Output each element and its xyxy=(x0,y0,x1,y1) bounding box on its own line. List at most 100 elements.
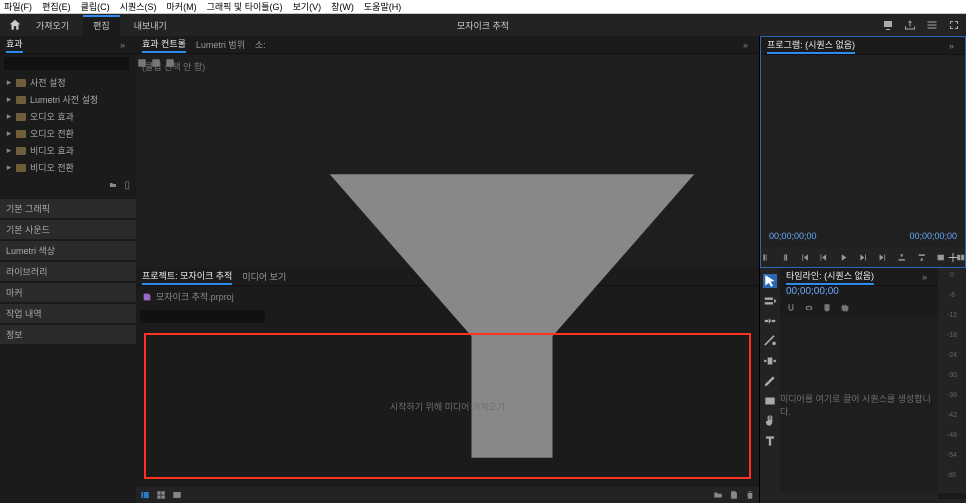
play-icon[interactable] xyxy=(839,252,848,263)
hand-tool-icon[interactable] xyxy=(763,414,777,428)
timeline-panel: 타임라인: (시퀀스 없음) » 00;00;00;00 미디어를 여기로 끌어… xyxy=(760,268,966,503)
timecode-in[interactable]: 00;00;00;00 xyxy=(769,231,817,241)
type-tool-icon[interactable] xyxy=(763,434,777,448)
panel-menu-icon[interactable]: » xyxy=(120,40,130,50)
folder-label: 비디오 효과 xyxy=(30,144,74,157)
workspace-export[interactable]: 내보내기 xyxy=(124,15,177,36)
menu-clip[interactable]: 클립(C) xyxy=(81,0,110,13)
step-fwd-icon[interactable] xyxy=(858,252,867,263)
freeform-view-icon[interactable] xyxy=(172,490,182,500)
razor-tool-icon[interactable] xyxy=(763,334,777,348)
list-view-icon[interactable] xyxy=(140,490,150,500)
panel-menu-icon[interactable]: » xyxy=(949,41,959,51)
folder-label: 오디오 효과 xyxy=(30,110,74,123)
dropzone-text: 시작하기 위해 미디어 가져오기 xyxy=(390,400,505,413)
section-essential-sound[interactable]: 기본 사운드 xyxy=(0,219,136,239)
tab-timeline[interactable]: 타임라인: (시퀀스 없음) xyxy=(786,269,874,285)
mark-in-icon[interactable] xyxy=(761,252,770,263)
workspace-import[interactable]: 가져오기 xyxy=(26,15,79,36)
section-essential-graphics[interactable]: 기본 그래픽 xyxy=(0,198,136,218)
ripple-tool-icon[interactable] xyxy=(763,314,777,328)
tab-effect-controls[interactable]: 효과 컨트롤 xyxy=(142,37,186,53)
menu-marker[interactable]: 마커(M) xyxy=(167,0,197,13)
effects-tree: ▸사전 설정 ▸Lumetri 사전 설정 ▸오디오 효과 ▸오디오 전환 ▸비… xyxy=(0,72,136,178)
timeline-dropzone[interactable]: 미디어를 여기로 끌어 시퀀스를 생성합니다. xyxy=(780,316,938,493)
folder-video-effects[interactable]: ▸비디오 효과 xyxy=(4,142,132,159)
yuv-icon[interactable] xyxy=(165,58,175,68)
trash-icon[interactable] xyxy=(745,490,755,500)
delete-icon[interactable]: ▯ xyxy=(124,180,130,191)
extract-icon[interactable] xyxy=(917,252,926,263)
meter-tick: -36 xyxy=(947,392,957,399)
workspace-edit[interactable]: 편집 xyxy=(83,15,120,36)
button-editor-icon[interactable]: ＋ xyxy=(947,249,959,266)
meter-tick: -30 xyxy=(947,372,957,379)
go-to-out-icon[interactable] xyxy=(878,252,887,263)
section-markers[interactable]: 마커 xyxy=(0,282,136,302)
folder-lumetri-presets[interactable]: ▸Lumetri 사전 설정 xyxy=(4,91,132,108)
section-history[interactable]: 작업 내역 xyxy=(0,303,136,323)
folder-audio-trans[interactable]: ▸오디오 전환 xyxy=(4,125,132,142)
folder-video-trans[interactable]: ▸비디오 전환 xyxy=(4,159,132,176)
timeline-drop-text: 미디어를 여기로 끌어 시퀀스를 생성합니다. xyxy=(780,392,938,418)
panel-menu-icon[interactable]: » xyxy=(922,272,932,282)
settings-icon[interactable] xyxy=(840,303,850,313)
marker-add-icon[interactable] xyxy=(822,303,832,313)
menu-view[interactable]: 보기(V) xyxy=(293,0,322,13)
meter-solo-bar[interactable] xyxy=(938,493,966,499)
folder-label: 사전 설정 xyxy=(30,76,66,89)
go-to-in-icon[interactable] xyxy=(800,252,809,263)
section-info[interactable]: 정보 xyxy=(0,324,136,344)
tab-effects[interactable]: 효과 xyxy=(6,37,23,53)
section-libraries[interactable]: 라이브러리 xyxy=(0,261,136,281)
workspace-menu-icon[interactable] xyxy=(926,19,938,31)
folder-audio-effects[interactable]: ▸오디오 효과 xyxy=(4,108,132,125)
selection-tool-icon[interactable] xyxy=(763,274,777,288)
menu-help[interactable]: 도움말(H) xyxy=(364,0,401,13)
share-icon[interactable] xyxy=(904,19,916,31)
lift-icon[interactable] xyxy=(897,252,906,263)
maximize-icon[interactable] xyxy=(948,19,960,31)
linked-selection-icon[interactable] xyxy=(804,303,814,313)
menu-edit[interactable]: 편집(E) xyxy=(42,0,71,13)
pen-tool-icon[interactable] xyxy=(763,374,777,388)
snap-icon[interactable] xyxy=(786,303,796,313)
tool-palette xyxy=(760,268,780,503)
panel-menu-icon[interactable]: » xyxy=(743,40,753,50)
program-viewer[interactable]: 00;00;00;00 00;00;00;00 xyxy=(761,55,965,247)
rectangle-tool-icon[interactable] xyxy=(763,394,777,408)
tab-project[interactable]: 프로젝트: 모자이크 추적 xyxy=(142,269,232,285)
effects-search-input[interactable] xyxy=(4,57,129,70)
new-item-icon[interactable] xyxy=(729,490,739,500)
meter-tick: -48 xyxy=(947,432,957,439)
meter-tick: 0 xyxy=(950,272,954,279)
tab-program[interactable]: 프로그램: (시퀀스 없음) xyxy=(767,38,855,54)
accelerated-icon[interactable] xyxy=(137,58,147,68)
timeline-scrollbar[interactable] xyxy=(780,493,938,503)
menu-window[interactable]: 창(W) xyxy=(331,0,354,13)
section-lumetri-color[interactable]: Lumetri 색상 xyxy=(0,240,136,260)
project-search-input[interactable] xyxy=(140,310,265,323)
tab-program-seq: (시퀀스 없음) xyxy=(805,40,855,50)
32bit-icon[interactable] xyxy=(151,58,161,68)
timecode-out[interactable]: 00;00;00;00 xyxy=(909,231,957,241)
slip-tool-icon[interactable] xyxy=(763,354,777,368)
tab-lumetri-scopes[interactable]: Lumetri 범위 xyxy=(196,38,245,51)
os-menubar: 파일(F) 편집(E) 클립(C) 시퀀스(S) 마커(M) 그래픽 및 타이틀… xyxy=(0,0,966,14)
tab-project-prefix: 프로젝트: xyxy=(142,271,178,281)
export-frame-icon[interactable] xyxy=(936,252,945,263)
quick-export-icon[interactable] xyxy=(882,19,894,31)
home-icon[interactable] xyxy=(8,18,22,32)
new-bin-icon[interactable] xyxy=(108,181,118,189)
folder-presets[interactable]: ▸사전 설정 xyxy=(4,74,132,91)
menu-seq[interactable]: 시퀀스(S) xyxy=(120,0,157,13)
step-back-icon[interactable] xyxy=(819,252,828,263)
new-bin-icon[interactable] xyxy=(713,490,723,500)
menu-file[interactable]: 파일(F) xyxy=(4,0,32,13)
timeline-timecode[interactable]: 00;00;00;00 xyxy=(780,286,938,300)
track-select-tool-icon[interactable] xyxy=(763,294,777,308)
mark-out-icon[interactable] xyxy=(780,252,789,263)
media-dropzone[interactable]: 시작하기 위해 미디어 가져오기 xyxy=(144,333,751,479)
icon-view-icon[interactable] xyxy=(156,490,166,500)
menu-graphic[interactable]: 그래픽 및 타이틀(G) xyxy=(207,0,283,13)
